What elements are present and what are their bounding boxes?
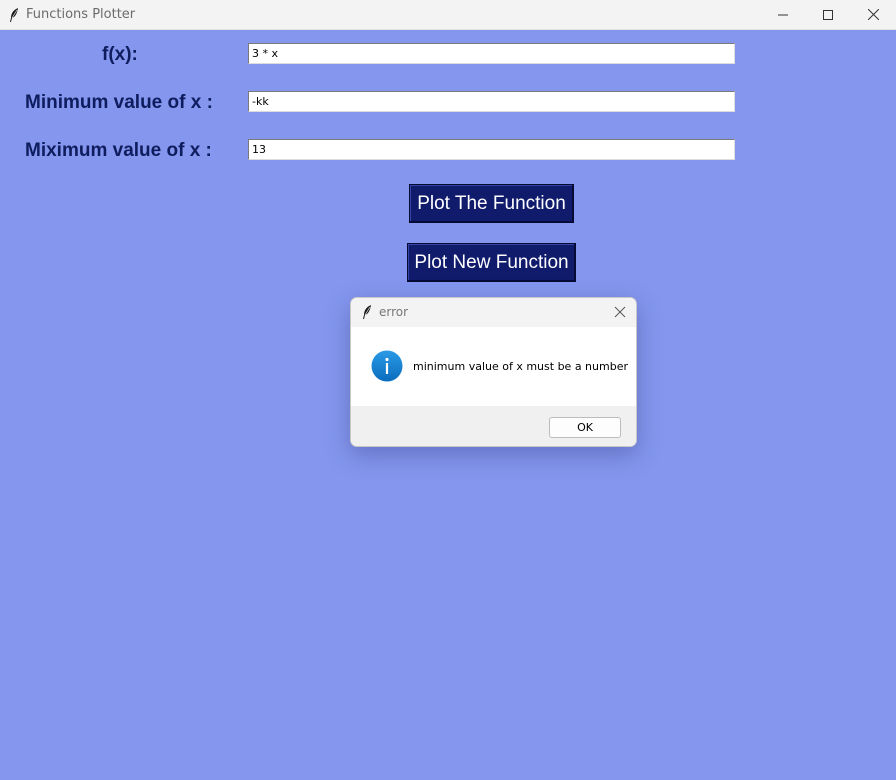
max-x-label: Miximum value of x : [25,140,212,161]
dialog-title-bar[interactable]: error [351,298,636,327]
dialog-message: minimum value of x must be a number [413,360,628,373]
minimize-icon [778,14,788,15]
fx-input[interactable] [248,43,735,64]
window-title: Functions Plotter [26,7,136,22]
feather-icon [363,305,371,319]
min-x-input[interactable] [248,91,735,112]
info-icon [371,350,403,382]
plot-new-function-button[interactable]: Plot New Function [407,243,576,282]
app-window: Functions Plotter f(x): Minimum value of… [0,0,896,780]
dialog-body: minimum value of x must be a number [351,327,636,406]
ok-button[interactable]: OK [549,417,621,438]
minimize-button[interactable] [760,0,806,29]
dialog-title: error [379,305,409,319]
plot-function-button[interactable]: Plot The Function [409,184,574,223]
min-x-label: Minimum value of x : [25,92,213,113]
fx-label: f(x): [102,44,138,65]
max-x-input[interactable] [248,139,735,160]
close-button[interactable] [850,0,896,29]
feather-icon [10,8,18,22]
close-icon[interactable] [612,304,628,320]
maximize-button[interactable] [805,0,851,29]
title-bar[interactable]: Functions Plotter [0,0,896,30]
close-icon [867,9,879,20]
error-dialog: error minimum value of x must be a numbe… [350,297,637,447]
dialog-footer: OK [351,406,636,446]
maximize-icon [823,9,833,20]
